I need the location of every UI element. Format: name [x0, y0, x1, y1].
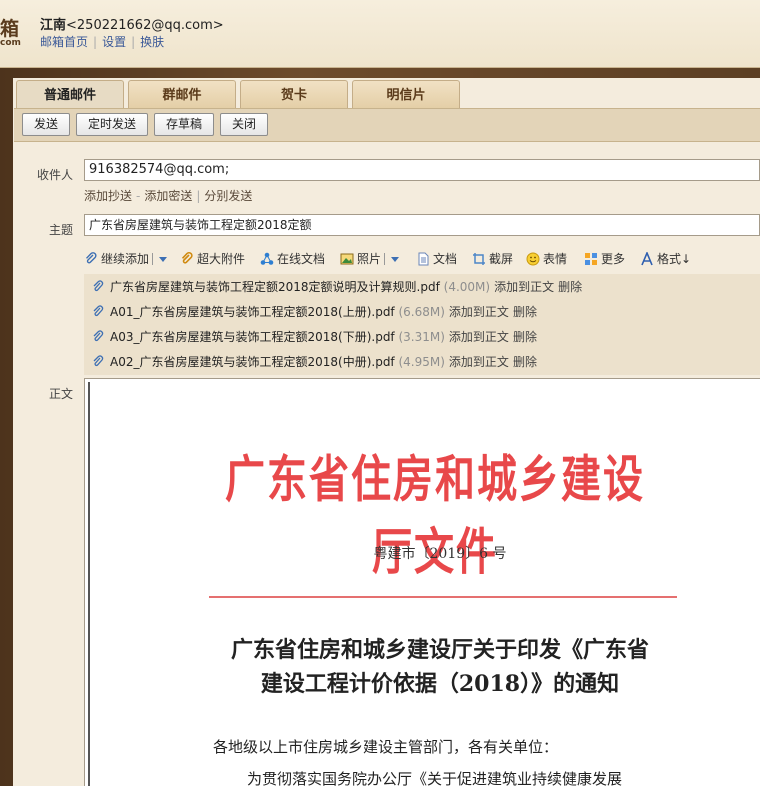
- subject-field[interactable]: 广东省房屋建筑与装饰工程定额2018定额: [84, 214, 760, 236]
- add-bcc-link[interactable]: 添加密送: [144, 189, 192, 203]
- logo[interactable]: 箱: [0, 14, 19, 41]
- smiley-icon: [526, 252, 540, 266]
- logo-sub: com: [0, 38, 21, 48]
- format-button[interactable]: 格式↓: [640, 249, 691, 269]
- user-identity: 江南<250221662@qq.com>: [40, 14, 224, 33]
- delete-attachment-link[interactable]: 删除: [513, 305, 537, 319]
- schedule-send-button[interactable]: 定时发送: [76, 113, 148, 136]
- delete-attachment-link[interactable]: 删除: [513, 330, 537, 344]
- paperclip-icon: [93, 355, 104, 367]
- divider: [384, 253, 386, 265]
- user-email: <250221662@qq.com>: [66, 18, 224, 33]
- screenshot-label: 截屏: [489, 252, 514, 266]
- emoji-label: 表情: [543, 252, 568, 266]
- screenshot-icon: [473, 253, 485, 265]
- document-paragraph: 各地级以上市住房城乡建设主管部门，各有关单位：: [213, 738, 559, 756]
- change-skin-link[interactable]: 换肤: [140, 35, 164, 49]
- add-to-body-link[interactable]: 添加到正文: [449, 355, 509, 369]
- document-number: 粤建市〔2019〕6 号: [373, 546, 507, 562]
- format-label: 格式↓: [657, 252, 692, 266]
- send-separately-link[interactable]: 分别发送: [204, 189, 252, 203]
- document-icon: [418, 252, 429, 266]
- attachment-name: A01_广东省房屋建筑与装饰工程定额2018(上册).pdf: [110, 305, 395, 319]
- photo-label: 照片: [357, 252, 382, 266]
- paperclip-icon: [93, 280, 104, 292]
- paperclip-icon: [93, 330, 104, 342]
- divider: |: [196, 189, 201, 203]
- add-to-body-link[interactable]: 添加到正文: [449, 305, 509, 319]
- tab-group-mail[interactable]: 群邮件: [128, 80, 236, 108]
- divider: -: [136, 189, 141, 203]
- continue-add-button[interactable]: 继续添加: [84, 249, 168, 269]
- grid-icon: [585, 253, 597, 265]
- settings-link[interactable]: 设置: [102, 35, 126, 49]
- list-item: A02_广东省房屋建筑与装饰工程定额2018(中册).pdf (4.95M) 添加…: [92, 352, 537, 372]
- close-button[interactable]: 关闭: [220, 113, 268, 136]
- more-button[interactable]: 更多: [584, 249, 625, 269]
- top-links: 邮箱首页 | 设置 | 换肤: [40, 33, 164, 50]
- to-label: 收件人: [36, 168, 73, 182]
- chevron-down-icon[interactable]: [391, 257, 400, 262]
- big-attachment-label: 超大附件: [197, 252, 246, 266]
- delete-attachment-link[interactable]: 删除: [558, 280, 582, 294]
- delete-attachment-link[interactable]: 删除: [513, 355, 537, 369]
- top-header: 箱 com 江南<250221662@qq.com> 邮箱首页 | 设置 | 换肤: [0, 0, 760, 68]
- list-item: A01_广东省房屋建筑与装饰工程定额2018(上册).pdf (6.68M) 添加…: [92, 302, 537, 322]
- divider: [152, 253, 154, 265]
- attachment-list: 广东省房屋建筑与装饰工程定额2018定额说明及计算规则.pdf (4.00M) 添…: [84, 274, 760, 375]
- recipient-options: 添加抄送 - 添加密送 | 分别发送: [84, 187, 252, 204]
- photo-icon: [340, 253, 354, 265]
- compose-toolbar: 发送 定时发送 存草稿 关闭: [14, 108, 760, 142]
- chevron-down-icon[interactable]: [159, 257, 168, 262]
- screenshot-button[interactable]: 截屏: [472, 249, 513, 269]
- tab-postcard[interactable]: 明信片: [352, 80, 460, 108]
- photo-button[interactable]: 照片: [340, 249, 400, 269]
- attachment-name: A02_广东省房屋建筑与装饰工程定额2018(中册).pdf: [110, 355, 395, 369]
- list-item: 广东省房屋建筑与装饰工程定额2018定额说明及计算规则.pdf (4.00M) 添…: [92, 277, 582, 297]
- paperclip-gold-icon: [181, 252, 193, 264]
- big-attachment-button[interactable]: 超大附件: [180, 249, 245, 269]
- add-to-body-link[interactable]: 添加到正文: [449, 330, 509, 344]
- add-to-body-link[interactable]: 添加到正文: [494, 280, 554, 294]
- mailbox-home-link[interactable]: 邮箱首页: [40, 35, 88, 49]
- paperclip-icon: [85, 252, 97, 264]
- attachment-size: (3.31M): [398, 330, 445, 344]
- online-doc-button[interactable]: 在线文档: [260, 249, 325, 269]
- font-format-icon: [641, 252, 653, 266]
- document-title-line2: 建设工程计价依据（2018）》的通知: [260, 671, 620, 697]
- to-field[interactable]: 916382574@qq.com;: [84, 159, 760, 181]
- attachment-size: (4.95M): [398, 355, 445, 369]
- divider: |: [131, 35, 136, 49]
- paperclip-icon: [93, 305, 104, 317]
- continue-add-label: 继续添加: [101, 252, 150, 266]
- save-draft-button[interactable]: 存草稿: [154, 113, 214, 136]
- add-cc-link[interactable]: 添加抄送: [84, 189, 132, 203]
- attachment-size: (6.68M): [398, 305, 445, 319]
- tab-greeting-card[interactable]: 贺卡: [240, 80, 348, 108]
- document-title: 广东省住房和城乡建设厅关于印发《广东省 建设工程计价依据（2018）》的通知: [195, 633, 685, 701]
- body-label: 正文: [48, 387, 73, 401]
- attachment-name: 广东省房屋建筑与装饰工程定额2018定额说明及计算规则.pdf: [110, 280, 440, 294]
- editor-border: [88, 382, 90, 786]
- attachment-size: (4.00M): [443, 280, 491, 294]
- document-paragraph: 为贯彻落实国务院办公厅《关于促进建筑业持续健康发展: [247, 770, 623, 786]
- online-doc-label: 在线文档: [277, 252, 326, 266]
- send-button[interactable]: 发送: [22, 113, 70, 136]
- list-item: A03_广东省房屋建筑与装饰工程定额2018(下册).pdf (3.31M) 添加…: [92, 327, 537, 347]
- subject-label: 主题: [48, 223, 73, 237]
- tab-normal-mail[interactable]: 普通邮件: [16, 80, 124, 110]
- divider: |: [93, 35, 98, 49]
- document-title-line1: 广东省住房和城乡建设厅关于印发《广东省: [230, 637, 649, 663]
- document-label: 文档: [433, 252, 458, 266]
- share-nodes-icon: [260, 252, 274, 265]
- document-button[interactable]: 文档: [416, 249, 457, 269]
- user-name: 江南: [40, 18, 67, 33]
- more-label: 更多: [601, 252, 626, 266]
- red-divider: [209, 596, 677, 598]
- attachment-name: A03_广东省房屋建筑与装饰工程定额2018(下册).pdf: [110, 330, 395, 344]
- emoji-button[interactable]: 表情: [526, 249, 567, 269]
- body-editor[interactable]: 广东省住房和城乡建设厅文件 粤建市〔2019〕6 号 广东省住房和城乡建设厅关于…: [84, 378, 760, 786]
